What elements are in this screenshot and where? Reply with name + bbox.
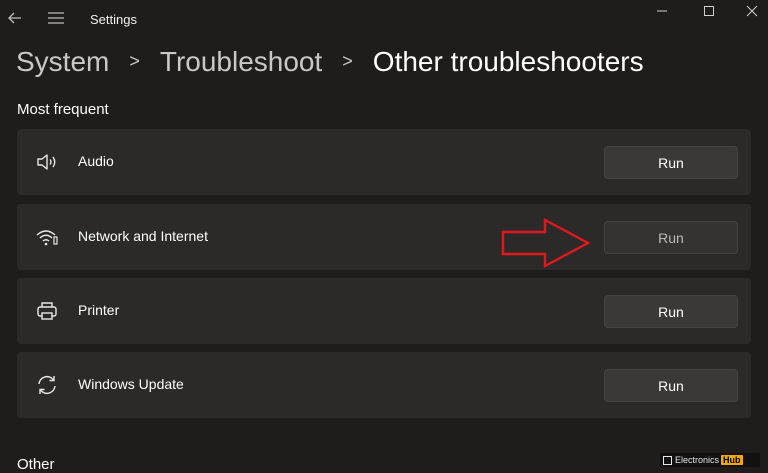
breadcrumb-troubleshoot[interactable]: Troubleshoot (160, 46, 322, 78)
troubleshooter-row-network: Network and Internet Run (17, 204, 751, 270)
watermark-mark-icon (663, 455, 672, 465)
window-title: Settings (90, 12, 137, 27)
maximize-icon[interactable] (699, 3, 719, 19)
section-heading-most-frequent: Most frequent (17, 101, 109, 118)
back-arrow-icon[interactable] (6, 9, 24, 27)
red-arrow-annotation-icon (501, 217, 591, 269)
watermark-text: Electronics (675, 455, 720, 465)
breadcrumb-separator: > (129, 50, 140, 71)
hamburger-menu-icon[interactable] (47, 11, 65, 25)
troubleshooter-label: Windows Update (78, 376, 184, 392)
run-windows-update-button[interactable]: Run (604, 369, 738, 402)
run-network-button[interactable]: Run (604, 221, 738, 254)
sync-icon (38, 375, 56, 395)
breadcrumb-separator: > (342, 50, 353, 71)
troubleshooter-label: Printer (78, 302, 120, 318)
minimize-icon[interactable] (652, 3, 672, 19)
breadcrumb: System > Troubleshoot > Other troublesho… (16, 44, 644, 80)
title-bar: Settings (0, 0, 768, 40)
breadcrumb-system[interactable]: System (16, 46, 109, 78)
troubleshooter-row-audio: Audio Run (17, 129, 751, 195)
speaker-icon (37, 154, 56, 170)
watermark-logo: Electronics Hub (660, 453, 760, 467)
page-title: Other troubleshooters (372, 46, 644, 77)
wifi-icon (36, 230, 58, 246)
troubleshooter-label: Audio (78, 153, 114, 169)
close-icon[interactable] (742, 3, 762, 19)
troubleshooter-label: Network and Internet (78, 228, 208, 244)
run-printer-button[interactable]: Run (604, 295, 738, 328)
printer-icon (37, 302, 57, 320)
troubleshooter-row-printer: Printer Run (17, 278, 751, 344)
troubleshooter-row-windows-update: Windows Update Run (17, 352, 751, 418)
section-heading-other: Other (17, 456, 55, 473)
watermark-badge: Hub (721, 455, 743, 465)
run-audio-button[interactable]: Run (604, 146, 738, 179)
